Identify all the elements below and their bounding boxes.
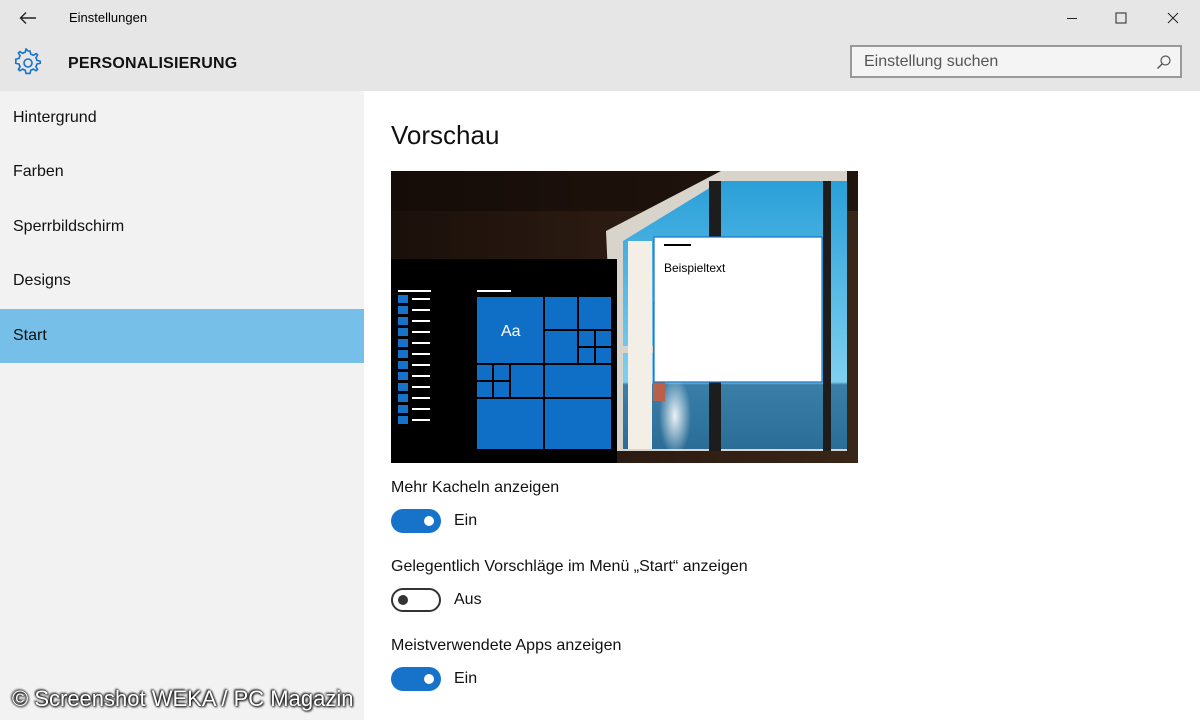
search-input[interactable] <box>864 53 1144 71</box>
toggle-state-more-tiles: Ein <box>454 512 478 529</box>
toggle-suggestions[interactable] <box>391 588 441 612</box>
gear-icon <box>15 48 41 75</box>
maximize-button[interactable] <box>1096 0 1146 36</box>
toggle-more-tiles[interactable] <box>391 509 441 533</box>
window-title: Einstellungen <box>69 10 148 25</box>
back-button[interactable] <box>14 6 42 30</box>
toggle-state-most-used-apps: Ein <box>454 670 478 687</box>
toggle-state-suggestions: Aus <box>454 591 482 608</box>
toggle-knob <box>424 674 434 684</box>
sidebar-item-start[interactable]: Start <box>0 309 364 363</box>
start-menu-preview: Aa Beispieltext <box>391 171 858 463</box>
main-content: Vorschau Aa Beispieltext Mehr Kacheln an… <box>364 91 1200 720</box>
sidebar-item-farben[interactable]: Farben <box>0 145 364 199</box>
setting-label-more-tiles: Mehr Kacheln anzeigen <box>391 479 560 496</box>
setting-label-most-used-apps: Meistverwendete Apps anzeigen <box>391 637 622 654</box>
search-box[interactable] <box>850 45 1182 78</box>
close-button[interactable] <box>1148 0 1198 36</box>
toggle-knob <box>398 595 408 605</box>
sidebar: Hintergrund Farben Sperrbildschirm Desig… <box>0 91 364 720</box>
preview-tile-label: Aa <box>501 323 521 340</box>
copyright-watermark: © Screenshot WEKA / PC Magazin <box>12 686 354 711</box>
sidebar-item-designs[interactable]: Designs <box>0 254 364 308</box>
setting-label-suggestions: Gelegentlich Vorschläge im Menü „Start“ … <box>391 558 748 575</box>
maximize-icon <box>1115 12 1127 24</box>
minimize-icon <box>1067 18 1077 19</box>
close-icon <box>1167 12 1179 24</box>
sidebar-item-hintergrund[interactable]: Hintergrund <box>0 91 364 145</box>
toggle-most-used-apps[interactable] <box>391 667 441 691</box>
page-title: Vorschau <box>391 120 500 150</box>
search-icon[interactable] <box>1156 54 1172 70</box>
settings-header: PERSONALISIERUNG <box>0 36 1200 91</box>
preview-sample-text: Beispieltext <box>664 261 726 275</box>
toggle-knob <box>424 516 434 526</box>
section-title: PERSONALISIERUNG <box>68 55 238 72</box>
preview-image <box>391 171 858 463</box>
arrow-left-icon <box>19 12 36 24</box>
title-bar: Einstellungen <box>0 0 1200 36</box>
sidebar-item-sperrbildschirm[interactable]: Sperrbildschirm <box>0 200 364 254</box>
minimize-button[interactable] <box>1047 0 1097 36</box>
